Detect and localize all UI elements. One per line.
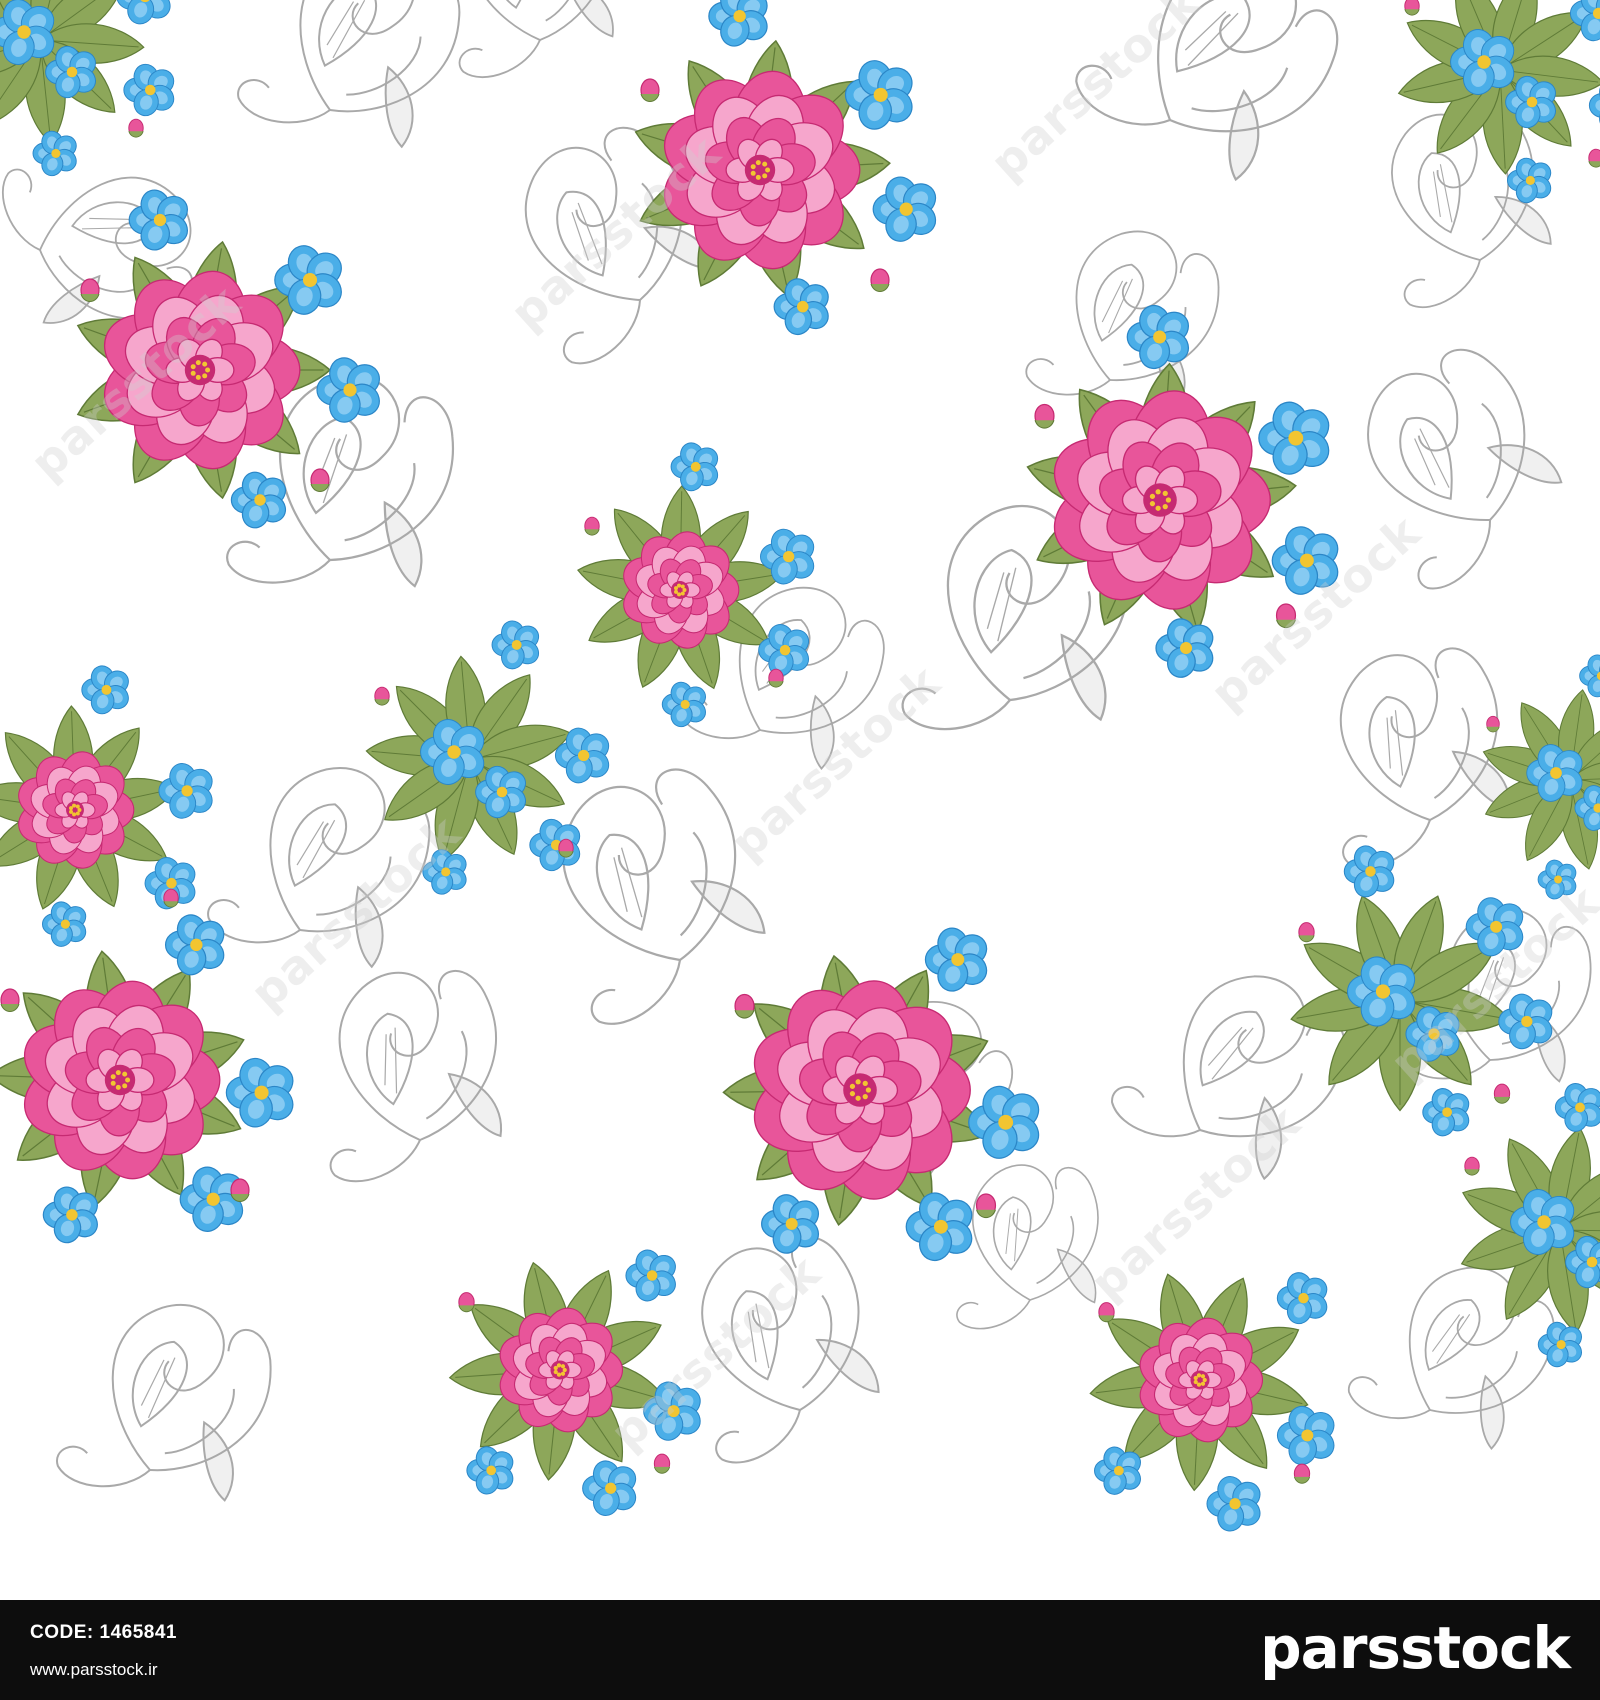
blue-flower [661,681,706,728]
flower-bouquet [0,914,294,1244]
flower-bouquet [0,0,175,177]
rose-bud [0,988,20,1012]
image-code: CODE: 1465841 [30,1622,177,1644]
flower-bouquet [1460,1083,1600,1368]
rose-bud [1298,922,1315,943]
rose-bud [310,468,330,492]
blue-flower [164,914,225,976]
rose-bud [1486,715,1500,733]
blue-flower [1276,1272,1328,1325]
blue-flower [625,1249,676,1302]
blue-flower [123,63,175,117]
paisley-outline [237,0,461,149]
rose-bud [1098,1302,1115,1323]
flower-bouquet [365,620,610,895]
paisley-outline [56,1304,272,1502]
site-url[interactable]: www.parsstock.ir [30,1660,158,1680]
rose-bud [1493,1083,1511,1104]
code-value: 1465841 [99,1622,177,1643]
rose-bud [128,118,144,138]
rose-bud [1034,403,1055,429]
blue-flower [968,1085,1040,1159]
rose-bud [80,278,100,302]
rose-bud [870,268,890,292]
paisley-outline [329,969,503,1183]
rose-bud [734,993,755,1019]
pattern-canvas [0,0,1600,1532]
rose-bud [640,78,660,102]
blue-flower [1554,1083,1600,1132]
blue-flower [1422,1088,1470,1137]
blue-flower [158,763,213,819]
blue-flower [225,1057,294,1128]
blue-flower [582,1460,637,1516]
rose-bud [458,1292,475,1313]
flower-bouquet [1026,304,1339,678]
blue-flower [422,849,467,895]
blue-flower [1507,157,1552,204]
paisley-outline [1367,348,1563,590]
rose-bud [768,668,784,688]
flower-bouquet [577,442,815,728]
blue-flower [116,0,171,25]
rose-bud [558,838,574,858]
floral-pattern [0,0,1600,1600]
blue-flower [761,1194,820,1254]
blue-flower [1537,859,1577,900]
rose-bud [1275,603,1297,629]
rose-bud [374,686,390,706]
blue-flower [872,176,937,242]
rose-bud [584,516,600,536]
blue-flower [708,0,768,47]
rose-bud [1293,1463,1311,1484]
blue-flower [529,818,581,872]
footer-bar: CODE: 1465841 www.parsstock.ir parsstock [0,1600,1600,1700]
code-label: CODE: [30,1622,94,1643]
paisley-outline [1075,0,1339,182]
blue-flower [316,357,380,423]
rose-bud [975,1193,997,1219]
blue-flower [844,60,913,130]
paisley-outline [207,767,431,969]
rose-bud [230,1178,250,1202]
rose-bud [1588,148,1600,168]
blue-flower [466,1446,514,1495]
flower-bouquet [76,189,380,529]
blue-flower [924,927,988,992]
blue-flower [1155,618,1214,678]
blue-flower [42,901,87,947]
blue-flower [32,130,77,177]
blue-flower [670,442,719,492]
brand-logo: parsstock [1260,1614,1571,1682]
blue-flower [491,620,540,670]
flower-bouquet [1397,0,1600,204]
rose-bud [653,1453,671,1474]
blue-flower [1343,845,1395,898]
stock-image-page: parsstock parsstock parsstock parsstock pars… [0,0,1600,1700]
paisley-outline [1025,230,1220,409]
rose-bud [1404,0,1420,16]
flower-bouquet [1089,1272,1335,1532]
blue-flower [81,665,129,715]
flower-bouquet [634,0,937,336]
blue-flower [1271,526,1339,595]
blue-flower [128,189,188,251]
paisley-outline [458,0,614,79]
rose-bud [1464,1156,1480,1176]
rose-bud [163,888,179,908]
flower-bouquet [448,1249,701,1516]
bouquet-layer [0,0,1600,1532]
blue-flower [1206,1476,1261,1532]
flower-bouquet [0,665,213,947]
blue-flower [758,624,810,677]
blue-flower [1258,401,1330,475]
